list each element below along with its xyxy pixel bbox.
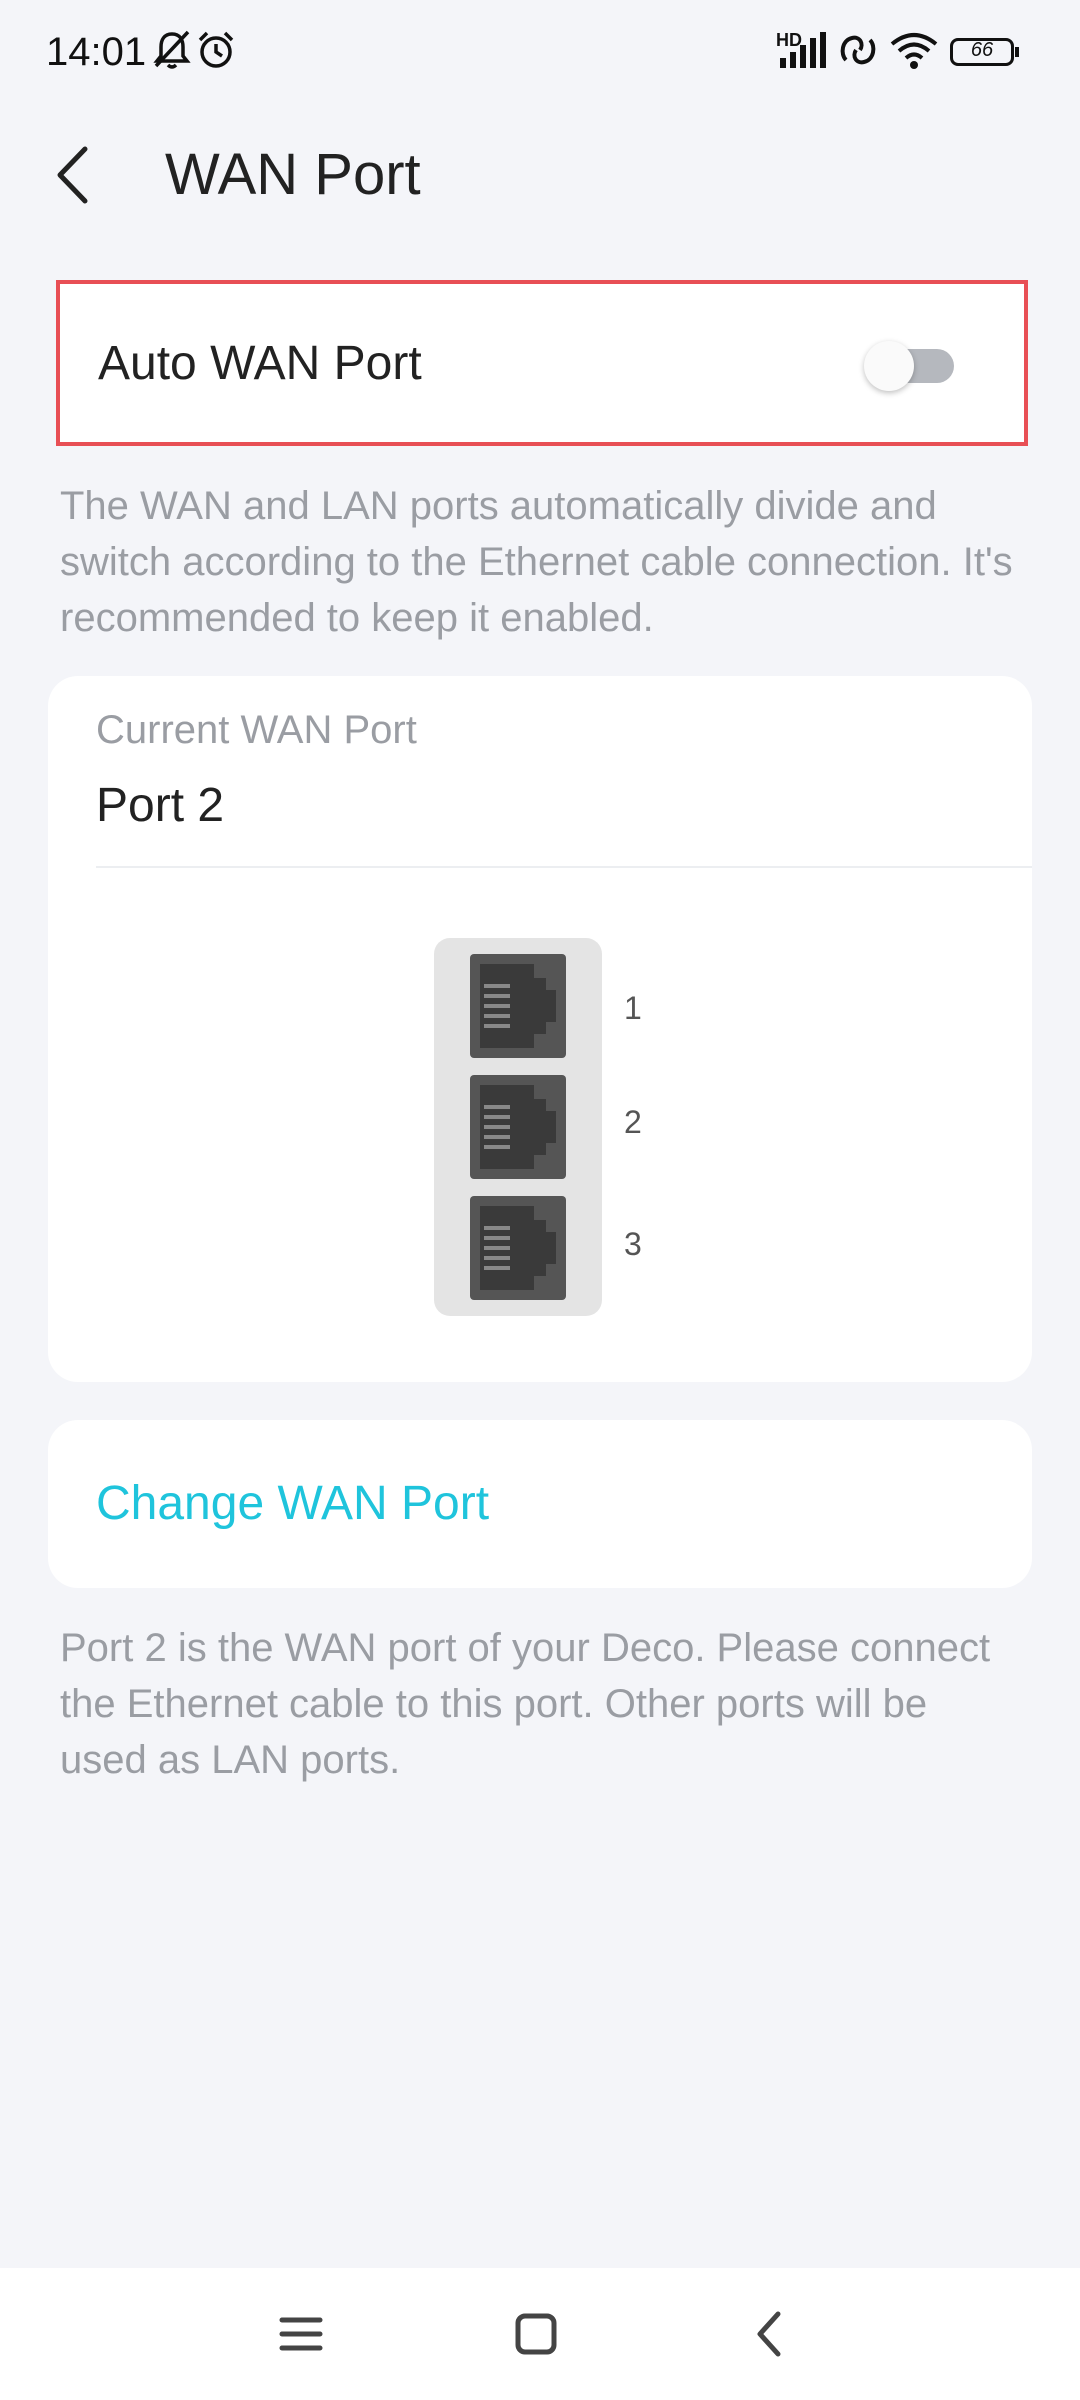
auto-wan-card: Auto WAN Port — [56, 280, 1028, 446]
change-wan-button[interactable]: Change WAN Port — [48, 1420, 1032, 1588]
change-wan-label: Change WAN Port — [96, 1477, 490, 1530]
port-label-1: 1 — [624, 990, 642, 1026]
status-bar: 14:01 HD 66 — [0, 0, 1080, 110]
auto-wan-label: Auto WAN Port — [98, 337, 422, 390]
port-diagram — [434, 938, 602, 1316]
home-square-icon — [515, 2313, 557, 2355]
signal-icon — [780, 32, 826, 68]
footer-note: Port 2 is the WAN port of your Deco. Ple… — [60, 1626, 991, 1782]
toggle-thumb — [864, 341, 914, 391]
page-title: WAN Port — [165, 142, 421, 207]
battery-level: 66 — [970, 39, 994, 61]
ethernet-port-1-icon — [470, 954, 566, 1058]
menu-icon — [279, 2317, 323, 2351]
battery-icon: 66 — [950, 38, 1019, 66]
wifi-icon — [890, 33, 938, 69]
back-arrow-icon — [757, 2311, 781, 2357]
alarm-icon — [198, 31, 234, 68]
bell-muted-icon — [153, 30, 191, 69]
auto-wan-description: The WAN and LAN ports automatically divi… — [60, 484, 1013, 640]
current-wan-label: Current WAN Port — [96, 708, 417, 752]
auto-wan-toggle[interactable] — [864, 341, 954, 391]
link-icon — [840, 35, 876, 65]
back-button[interactable] — [40, 135, 120, 215]
current-wan-card: Current WAN Port Port 2 1 2 3 — [48, 676, 1032, 1382]
port-label-3: 3 — [624, 1226, 642, 1262]
menu-button[interactable] — [266, 2304, 336, 2364]
system-nav-bar — [0, 2268, 1080, 2400]
status-time: 14:01 — [46, 30, 147, 74]
chevron-left-icon — [57, 146, 88, 204]
current-wan-value: Port 2 — [96, 779, 225, 832]
home-button[interactable] — [500, 2304, 570, 2364]
divider — [96, 866, 1032, 868]
ethernet-port-2-icon — [470, 1075, 566, 1179]
ethernet-port-3-icon — [470, 1196, 566, 1300]
port-label-2: 2 — [624, 1104, 642, 1140]
nav-back-button[interactable] — [736, 2304, 806, 2364]
app-header: WAN Port — [0, 110, 1080, 240]
